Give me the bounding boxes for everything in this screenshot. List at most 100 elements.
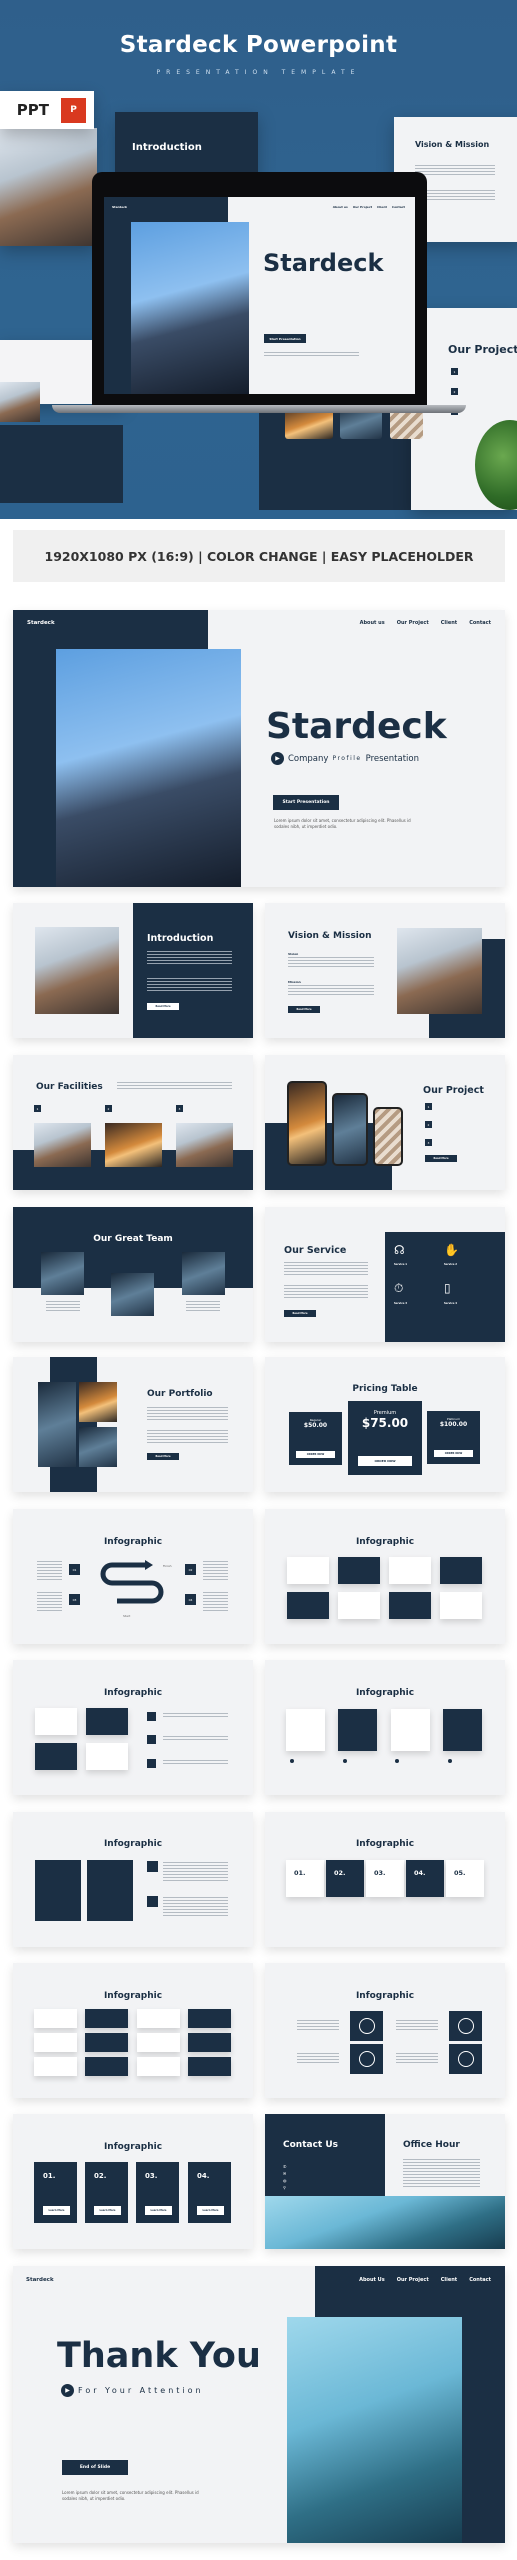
slide-infographic-five: Infographic 01. 02. 03. 04. 05.: [265, 1812, 505, 1947]
screen-body-text: [264, 352, 359, 358]
mixed-text-2: [163, 1736, 228, 1742]
facility-step-1: 1: [34, 1105, 41, 1112]
vision-label: Vision: [288, 952, 299, 956]
mixed-text-1: [163, 1713, 228, 1719]
thankyou-subtitle-row: ▶ For Your Attention: [61, 2384, 204, 2397]
pricing-title: Pricing Table: [352, 1384, 418, 1394]
project-phone-3: [373, 1107, 403, 1166]
plan-premium-price: $75.00: [361, 1416, 409, 1430]
grid-tile-3: [137, 2009, 180, 2028]
learn-card-2: 02. Learn More: [85, 2162, 128, 2223]
step-2-box: 2: [451, 388, 458, 395]
screen-building-photo: [131, 222, 249, 394]
screen-nav-client[interactable]: Client: [377, 205, 387, 209]
arrow-text-4: [203, 1592, 228, 1612]
portfolio-text-2: [147, 1430, 228, 1445]
infographic-title-8: Infographic: [355, 1991, 415, 2001]
cover-subtitle: ▶ Company Profile Presentation: [271, 752, 419, 765]
plan-platinum-order-button[interactable]: ORDER NOW: [434, 1450, 473, 1457]
service-read-more-button[interactable]: Read More: [284, 1310, 316, 1317]
support-icon: ☊: [394, 1243, 405, 1257]
laptop-frame: Stardeck About us Our Project Client Con…: [92, 172, 427, 405]
tile-2: [338, 1557, 380, 1584]
service-title: Our Service: [284, 1245, 347, 1256]
cover-subtitle-b: Profile: [332, 755, 362, 762]
cover-nav-about[interactable]: About us: [360, 620, 385, 626]
learn-more-button-3[interactable]: Learn More: [145, 2206, 172, 2215]
circle-03-icon: [358, 2051, 375, 2067]
slide-pricing: Pricing Table Regular $50.00 ORDER NOW P…: [265, 1357, 505, 1492]
screen-nav-project[interactable]: Our Project: [353, 205, 372, 209]
grid-tile-8: [188, 2033, 231, 2052]
learn-more-button-2[interactable]: Learn More: [94, 2206, 121, 2215]
slide-infographic-tiles: Infographic: [265, 1509, 505, 1644]
tile-1: [287, 1557, 329, 1584]
service-2-label: Service 2: [444, 1263, 458, 1266]
grid-tile-9: [34, 2057, 77, 2076]
contact-navy-panel: [265, 2114, 385, 2196]
cover-subtitle-c: Presentation: [365, 753, 419, 764]
project-read-more-button[interactable]: Read More: [425, 1155, 457, 1162]
plan-regular-order-button[interactable]: ORDER NOW: [296, 1451, 335, 1458]
cover-nav-client[interactable]: Client: [441, 620, 457, 626]
learn-more-button-4[interactable]: Learn More: [197, 2206, 224, 2215]
thankyou-body-text: Lorem ipsum dolor sit amet, consectetur …: [62, 2490, 199, 2501]
start-presentation-button[interactable]: Start Presentation: [273, 795, 339, 810]
screen-nav-contact[interactable]: Contact: [392, 205, 405, 209]
cover-nav-project[interactable]: Our Project: [397, 620, 429, 626]
circle-box-03: [350, 2044, 383, 2074]
intro-navy-panel: [133, 903, 253, 1038]
service-text-2: [284, 1285, 368, 1300]
project-step-1: 1: [425, 1103, 432, 1110]
facilities-intro-text: [117, 1082, 232, 1091]
check-icon-1: [290, 1759, 294, 1763]
portfolio-photo-2: [79, 1382, 117, 1422]
portfolio-photo-1: [38, 1382, 76, 1467]
vision-text: [288, 957, 374, 968]
circle-box-02: [449, 2011, 482, 2041]
two-text-2: [163, 1897, 228, 1918]
slide-our-project: Our Project 1 2 3 Read More: [265, 1055, 505, 1190]
location-icon: ⚲: [283, 2185, 286, 2190]
circle-box-04: [449, 2044, 482, 2074]
circle-box-01: [350, 2011, 383, 2041]
handshake-icon: ✋: [444, 1243, 459, 1257]
slide-thank-you: Stardeck About Us Our Project Client Con…: [13, 2266, 505, 2543]
cover-subtitle-a: Company: [288, 753, 329, 764]
preview-office-photo: [0, 128, 97, 246]
infographic-title-6: Infographic: [355, 1839, 415, 1849]
grid-tile-5: [34, 2033, 77, 2052]
slide-infographic-circles: Infographic: [265, 1963, 505, 2098]
portfolio-read-more-button[interactable]: Read More: [147, 1453, 179, 1460]
intro-read-more-button[interactable]: Read More: [147, 1003, 179, 1010]
plan-platinum-card: Platinum $100.00 ORDER NOW: [427, 1411, 480, 1464]
card-01: [286, 1709, 325, 1751]
thankyou-nav-contact[interactable]: Contact: [469, 2277, 491, 2283]
tile-8: [440, 1592, 482, 1619]
intro-title: Introduction: [147, 933, 214, 944]
play-icon: ▶: [271, 752, 284, 765]
project-step-2: 2: [425, 1121, 432, 1128]
preview-facility-photo: [0, 382, 40, 422]
slide-facilities: Our Facilities 1 2 3: [13, 1055, 253, 1190]
two-card-1: [35, 1860, 81, 1921]
thankyou-nav-about[interactable]: About Us: [359, 2277, 385, 2283]
facility-step-2: 2: [105, 1105, 112, 1112]
learn-card-2-num: 02.: [94, 2172, 107, 2180]
mixed-tile-4: [86, 1743, 128, 1770]
thankyou-nav-project[interactable]: Our Project: [397, 2277, 429, 2283]
cover-nav-contact[interactable]: Contact: [469, 620, 491, 626]
screen-start-button[interactable]: Start Presentation: [264, 334, 306, 343]
cover-logo: Stardeck: [27, 620, 55, 626]
thankyou-nav-client[interactable]: Client: [441, 2277, 457, 2283]
circle-text-3: [297, 2053, 339, 2063]
plan-premium-order-button[interactable]: ORDER NOW: [358, 1456, 412, 1466]
vision-read-more-button[interactable]: Read More: [288, 1006, 320, 1013]
grid-tile-11: [137, 2057, 180, 2076]
mail-icon: ✉: [283, 2171, 287, 2176]
end-of-slide-button[interactable]: End of Slide: [62, 2460, 128, 2475]
learn-more-button-1[interactable]: Learn More: [43, 2206, 70, 2215]
preview-vision-title: Vision & Mission: [415, 140, 490, 149]
slide-infographic-arrows: Infographic 01 03 02 04 Finish Start: [13, 1509, 253, 1644]
screen-nav-about[interactable]: About us: [333, 205, 348, 209]
